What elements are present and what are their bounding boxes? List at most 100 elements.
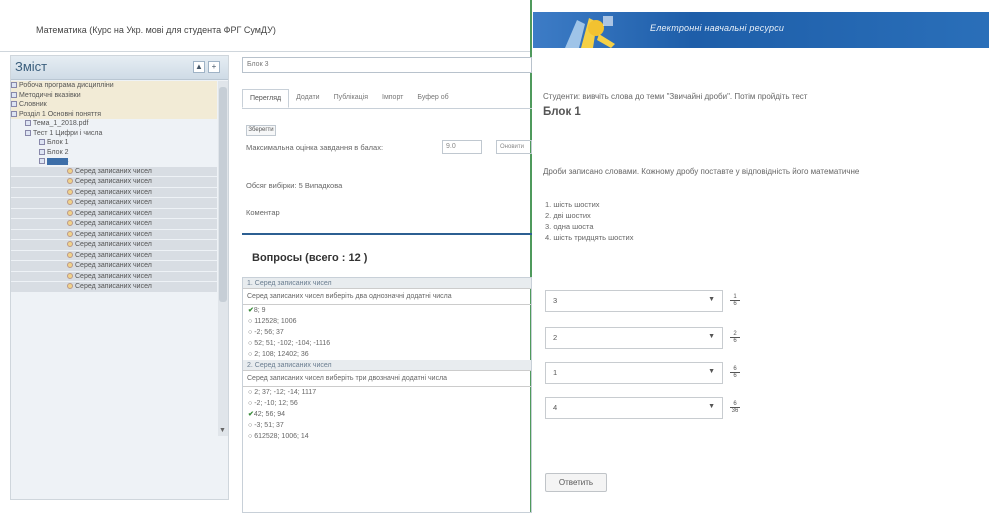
answer-option: ✔42; 56; 94 [243,409,531,420]
select-value: 1 [553,368,558,377]
tree-question-item[interactable]: Серед записаних чисел [11,187,217,197]
question-1-text: Серед записаних чисел виберіть два одноз… [243,289,531,305]
tree-question-label: Серед записаних чисел [75,262,152,269]
answer-text: 8; 9 [253,307,266,314]
contents-tree-panel: Зміст ▲ + Робоча програма дисципліни Мето… [10,55,229,500]
tree-item[interactable]: Методичні вказівки [11,90,217,100]
fraction: 16 [730,294,740,307]
tree-question-item[interactable]: Серед записаних чисел [11,261,217,271]
fraction-numerator: 2 [730,331,740,338]
university-logo-icon [565,16,615,48]
tree-question-item[interactable]: Серед записаних чисел [11,208,217,218]
question-icon [67,178,73,185]
block-name-input[interactable]: Блок 3 [242,57,532,73]
question-2-title[interactable]: 2. Серед записаних чисел [243,360,531,371]
editor-tab[interactable]: Буфер об [410,89,455,108]
tree-question-item[interactable]: Серед записаних чисел [11,177,217,187]
tree-question-label: Серед записаних чисел [75,251,152,259]
tree-item[interactable]: Блок 3 [11,157,217,167]
fraction-denominator: 6 [733,338,737,344]
fraction: 66 [730,366,740,379]
question-icon [67,241,73,248]
tree-scrollbar-thumb[interactable] [219,87,227,302]
instruction-text: Дроби записано словами. Кожному дробу по… [543,167,860,176]
tree-question-item[interactable]: Серед записаних чисел [11,240,217,250]
tree-question-item[interactable]: Серед записаних чисел [11,282,217,292]
fraction-denominator: 36 [731,408,739,414]
tree-question-item[interactable]: Серед записаних чисел [11,271,217,281]
tree-question-label: Серед записаних чисел [75,188,152,196]
contents-tree-header: Зміст ▲ + [11,56,228,80]
tree-question-item[interactable]: Серед записаних чисел [11,166,217,176]
answer-option: ✔8; 9 [243,305,531,316]
tree-node-icon [39,158,45,165]
tree-item[interactable]: Розділ 1 Основні поняття [11,109,217,119]
tree-item[interactable]: Робоча програма дисципліни [11,81,217,91]
dropdown-arrow-icon[interactable]: ▼ [708,368,715,375]
dropdown-arrow-icon[interactable]: ▼ [708,403,715,410]
tree-expand-button[interactable]: + [208,61,220,73]
tree-item-label: Тест 1 Цифри і числа [33,129,103,137]
tree-question-label: Серед записаних чисел [75,283,152,290]
update-score-button[interactable]: Оновити [496,140,532,154]
question-icon [67,262,73,269]
question-1-title[interactable]: 1. Серед записаних чисел [243,278,531,289]
question-icon [67,283,73,290]
tree-item[interactable]: Тест 1 Цифри і числа [11,129,217,139]
answer-text: 612528; 1006; 14 [254,433,309,440]
tree-question-label: Серед записаних чисел [75,230,152,238]
tree-question-item[interactable]: Серед записаних чисел [11,250,217,260]
tree-item[interactable]: Словник [11,100,217,110]
question-icon [67,188,73,195]
answer-text: 2; 108; 12402; 36 [254,351,309,358]
contents-tree: Робоча програма дисципліни Методичні вказ… [11,81,217,401]
editor-tab[interactable]: Додати [289,89,327,108]
tree-node-icon [11,91,17,98]
tree-item-label: Блок 3 [47,158,69,165]
fraction-denominator: 6 [733,301,737,307]
answer-select[interactable]: 1 ▼ [545,362,723,384]
answer-option: ○ 2; 108; 12402; 36 [243,349,531,360]
list-item-text: шість шостих [553,200,600,209]
intro-text: Студенти: вивчіть слова до теми "Звичайн… [543,92,808,101]
select-value: 2 [553,333,558,342]
tree-question-item[interactable]: Серед записаних чисел [11,198,217,208]
test-preview-window: Електронні навчальні ресурси Студенти: в… [533,12,989,513]
submit-button[interactable]: Ответить [545,473,607,492]
course-title: Математика (Курс на Укр. мові для студен… [0,0,530,52]
question-2-answers: ○ 2; 37; -12; -14; 1117 ○ -2; -10; 12; 56… [243,387,531,442]
dropdown-arrow-icon[interactable]: ▼ [708,296,715,303]
tree-collapse-button[interactable]: ▲ [193,61,205,73]
tree-node-icon [25,129,31,136]
tree-item-label: Розділ 1 Основні поняття [19,110,102,118]
answer-select[interactable]: 2 ▼ [545,327,723,349]
max-score-input[interactable]: 9.0 [442,140,482,154]
list-item-text: одна шоста [553,222,594,231]
editor-tab[interactable]: Публікація [327,89,375,108]
tree-item[interactable]: Тема_1_2018.pdf [11,119,217,129]
answer-select[interactable]: 3 ▼ [545,290,723,312]
scroll-down-arrow-icon[interactable]: ▼ [219,427,226,434]
save-button[interactable]: Зберегти [246,125,276,136]
answer-text: -2; 56; 37 [254,329,284,336]
tree-question-label: Серед записаних чисел [75,167,152,175]
fraction-numerator: 6 [730,401,740,408]
tree-item-label: Словник [19,101,47,108]
tree-item[interactable]: Блок 1 [11,138,217,148]
tree-item-label: Тема_1_2018.pdf [33,120,89,127]
tree-question-item[interactable]: Серед записаних чисел [11,219,217,229]
tree-item-label: Методичні вказівки [19,91,81,99]
questions-list: 1. Серед записаних чисел Серед записаних… [242,277,532,513]
tree-question-item[interactable]: Серед записаних чисел [11,229,217,239]
editor-tab[interactable]: Перегляд [242,89,290,108]
question-1-answers: ✔8; 9 ○ 112528; 1006 ○ -2; 56; 37 ○ 52; 51;… [243,305,531,360]
tree-item[interactable]: Блок 2 [11,148,217,158]
answer-option: ○ 52; 51; -102; -104; -1116 [243,338,531,349]
answer-select[interactable]: 4 ▼ [545,397,723,419]
word-list-item: 1. шість шостих [545,199,633,210]
tree-scrollbar[interactable]: ▼ [218,81,228,436]
editor-tab[interactable]: Імпорт [375,89,410,108]
dropdown-arrow-icon[interactable]: ▼ [708,333,715,340]
fraction: 6 36 [730,401,740,414]
question-icon [67,251,73,258]
